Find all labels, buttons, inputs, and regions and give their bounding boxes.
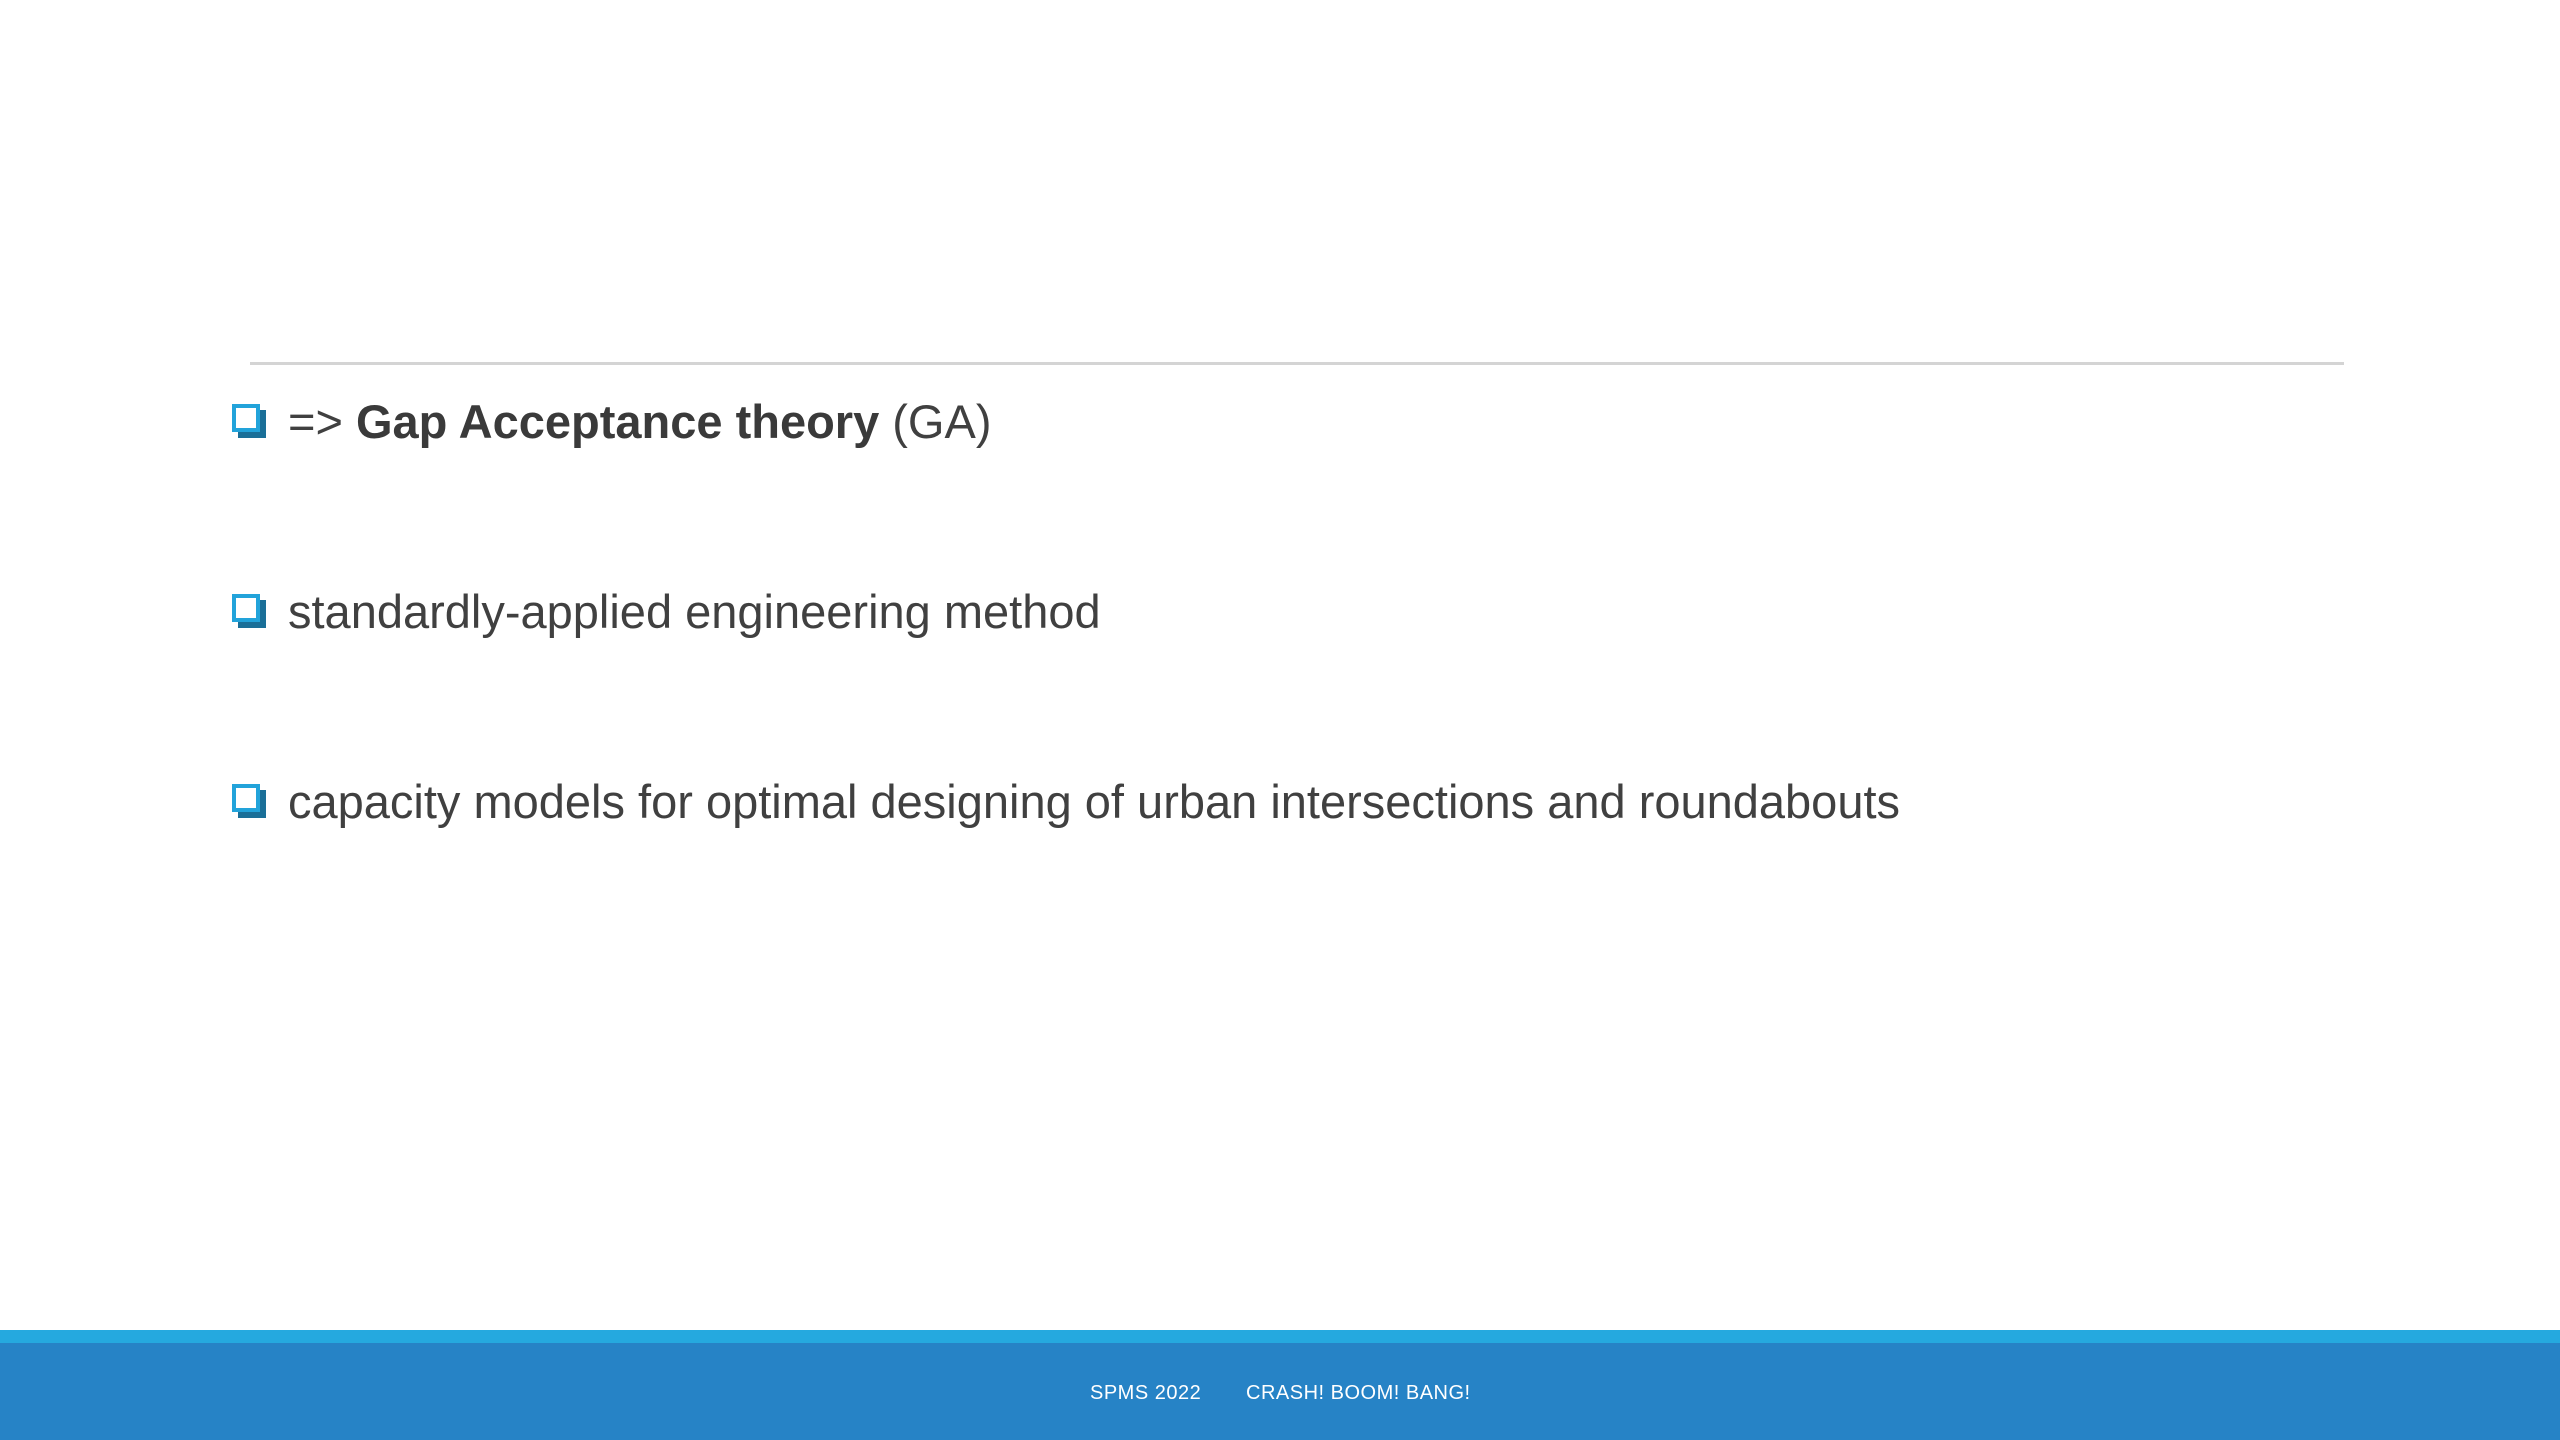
bullet-suffix: (GA) — [879, 395, 992, 448]
bullet-text: standardly-applied engineering method — [288, 585, 1101, 638]
slide: => Gap Acceptance theory (GA) standardly… — [0, 0, 2560, 1440]
checkbox-square-icon — [232, 594, 268, 630]
title-divider — [250, 362, 2344, 365]
checkbox-square-icon — [232, 784, 268, 820]
bullet-bold-term: Gap Acceptance theory — [355, 395, 880, 448]
bullet-prefix: => — [288, 395, 356, 448]
bullet-item-capacity-models: capacity models for optimal designing of… — [232, 772, 1900, 832]
footer-accent-stripe — [0, 1330, 2560, 1343]
checkbox-square-icon — [232, 404, 268, 440]
bullet-item-engineering-method: standardly-applied engineering method — [232, 582, 1101, 642]
bullet-text: capacity models for optimal designing of… — [288, 775, 1901, 828]
bullet-item-gap-acceptance: => Gap Acceptance theory (GA) — [232, 392, 992, 452]
footer-event-label: SPMS 2022 — [1090, 1382, 1202, 1404]
footer-title-label: CRASH! BOOM! BANG! — [1246, 1382, 1471, 1404]
footer-bar: SPMS 2022 CRASH! BOOM! BANG! — [0, 1343, 2560, 1440]
